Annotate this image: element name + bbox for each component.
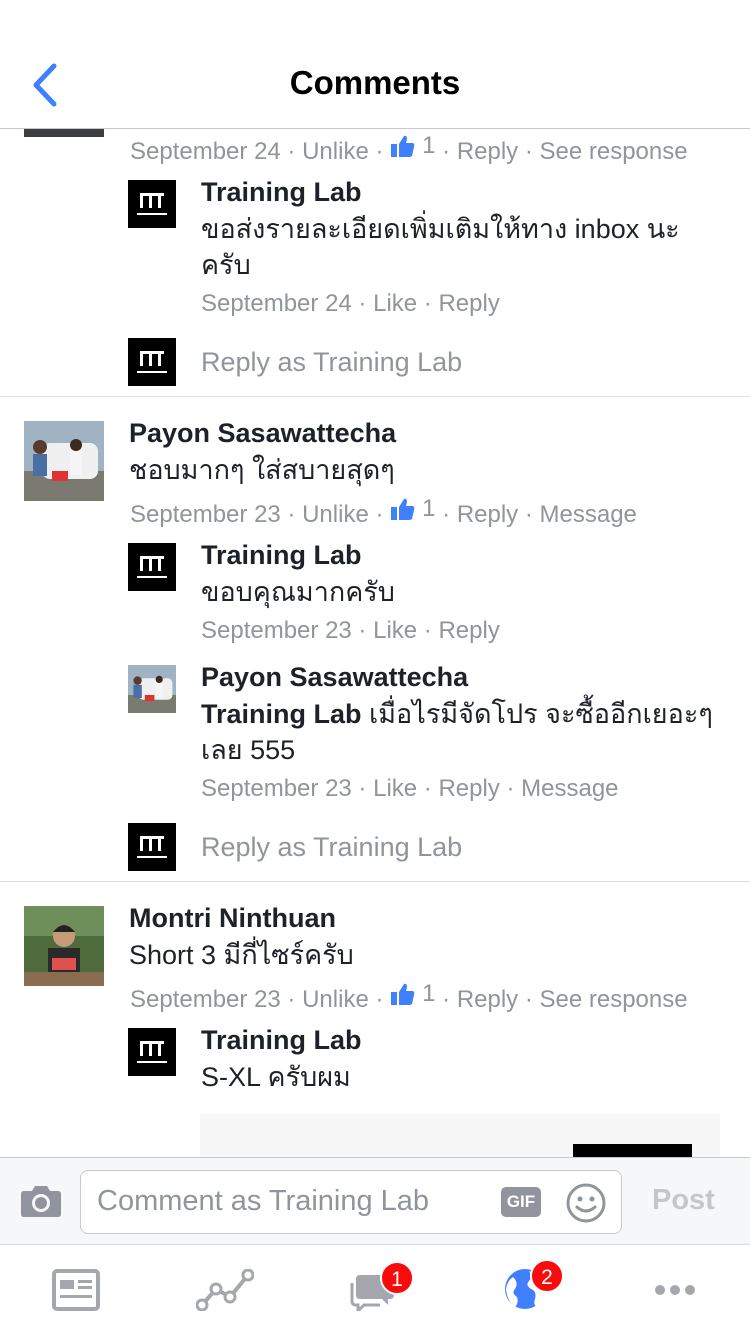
see-response-link[interactable]: See response — [540, 986, 688, 1013]
camera-button[interactable] — [20, 1184, 62, 1223]
reply-link[interactable]: Reply — [457, 986, 518, 1013]
see-response-link[interactable]: See response — [540, 138, 688, 165]
like-link[interactable]: Like — [373, 290, 417, 317]
comments-feed[interactable]: September 24 · Unlike · 1 · Reply · See … — [0, 129, 750, 1157]
avatar[interactable] — [128, 665, 176, 713]
camera-icon — [21, 1186, 61, 1217]
like-count-value: 1 — [422, 980, 436, 1007]
commenter-name[interactable]: Montri Ninthuan — [129, 903, 336, 934]
comment-date: September 23 — [201, 617, 352, 644]
like-count-value: 1 — [422, 495, 436, 522]
messages-badge: 1 — [380, 1261, 414, 1295]
reply-link[interactable]: Reply — [438, 617, 499, 644]
unlike-link[interactable]: Unlike — [302, 501, 369, 528]
sticker-button[interactable] — [565, 1182, 607, 1229]
like-count[interactable]: 1 — [390, 495, 435, 523]
comment-meta: September 24 · Unlike · 1 · Reply · See … — [130, 132, 688, 165]
mention-link[interactable]: Training Lab — [201, 699, 362, 729]
insights-icon — [195, 1268, 255, 1312]
tab-notifications[interactable]: 2 — [503, 1259, 564, 1316]
reply-as-prompt[interactable]: Reply as Training Lab — [201, 832, 462, 863]
unlike-link[interactable]: Unlike — [302, 986, 369, 1013]
training-lab-logo-icon — [137, 556, 167, 578]
tab-bar: 1 2 — [0, 1245, 750, 1334]
thumbs-up-icon — [391, 983, 415, 1005]
tab-more[interactable] — [654, 1283, 696, 1302]
training-lab-avatar[interactable] — [128, 1028, 176, 1076]
page-title: Comments — [289, 64, 461, 101]
training-lab-logo-icon — [137, 836, 167, 858]
training-lab-avatar[interactable] — [128, 180, 176, 228]
reply-link[interactable]: Reply — [438, 290, 499, 317]
like-link[interactable]: Like — [373, 775, 417, 802]
thumbs-up-icon — [391, 498, 415, 520]
attachment-image-dark — [573, 1144, 692, 1157]
like-link[interactable]: Like — [373, 617, 417, 644]
avatar[interactable] — [24, 906, 104, 986]
comment-input-placeholder: Comment as Training Lab — [97, 1185, 430, 1217]
divider — [0, 881, 750, 882]
tab-messages[interactable]: 1 — [350, 1261, 414, 1316]
unlike-link[interactable]: Unlike — [302, 138, 369, 165]
like-count[interactable]: 1 — [390, 132, 435, 160]
avatar[interactable] — [24, 421, 104, 501]
user-photo-icon — [24, 421, 104, 501]
commenter-name[interactable]: Training Lab — [201, 177, 362, 208]
comment-date: September 23 — [130, 501, 281, 528]
smiley-icon — [566, 1183, 606, 1223]
like-count-value: 1 — [422, 132, 436, 159]
more-icon — [655, 1285, 695, 1295]
news-feed-icon — [52, 1269, 100, 1311]
training-lab-logo-icon — [137, 351, 167, 373]
comment-text: ชอบมากๆ ใส่สบายสุดๆ — [129, 455, 395, 485]
user-photo-icon — [24, 906, 104, 986]
comment-date: September 23 — [130, 986, 281, 1013]
comment-date: September 23 — [201, 775, 352, 802]
thumbs-up-icon — [391, 135, 415, 157]
commenter-name[interactable]: Payon Sasawattecha — [201, 662, 468, 693]
commenter-name[interactable]: Training Lab — [201, 540, 362, 571]
commenter-name[interactable]: Training Lab — [201, 1025, 362, 1056]
training-lab-avatar[interactable] — [128, 543, 176, 591]
image-attachment[interactable] — [200, 1114, 720, 1157]
comment-text: Training Lab เมื่อไรมีจัดโปร จะซื้ออีกเย… — [201, 696, 721, 768]
comment-date: September 24 — [201, 290, 352, 317]
comment-text: ขอบคุณมากครับ — [201, 577, 395, 607]
message-link[interactable]: Message — [540, 501, 637, 528]
tab-insights[interactable] — [195, 1268, 255, 1316]
comment-meta: September 24 · Like · Reply — [201, 290, 500, 317]
reply-link[interactable]: Reply — [457, 138, 518, 165]
commenter-name[interactable]: Payon Sasawattecha — [129, 418, 396, 449]
training-lab-logo-icon — [137, 1041, 167, 1063]
reply-link[interactable]: Reply — [438, 775, 499, 802]
notifications-badge: 2 — [530, 1259, 564, 1293]
comment-meta: September 23 · Unlike · 1 · Reply · See … — [130, 980, 688, 1013]
comment-meta: September 23 · Unlike · 1 · Reply · Mess… — [130, 495, 637, 528]
post-button[interactable]: Post — [652, 1184, 715, 1217]
reply-link[interactable]: Reply — [457, 501, 518, 528]
tab-news-feed[interactable] — [52, 1269, 100, 1316]
comment-text: S-XL ครับผม — [201, 1062, 351, 1092]
message-link[interactable]: Message — [521, 775, 618, 802]
training-lab-avatar — [128, 338, 176, 386]
comment-input[interactable]: Comment as Training Lab GIF — [80, 1170, 622, 1234]
navigation-bar: Comments — [0, 0, 750, 129]
divider — [0, 396, 750, 397]
user-photo-icon — [128, 665, 176, 713]
comment-composer: Comment as Training Lab GIF Post — [0, 1157, 750, 1245]
comment-date: September 24 — [130, 138, 281, 165]
comment-meta: September 23 · Like · Reply · Message — [201, 775, 619, 802]
training-lab-logo-icon — [137, 193, 167, 215]
gif-button[interactable]: GIF — [501, 1187, 541, 1217]
comment-text: ขอส่งรายละเอียดเพิ่มเติมให้ทาง inbox นะค… — [201, 214, 680, 280]
like-count[interactable]: 1 — [390, 980, 435, 1008]
reply-as-prompt[interactable]: Reply as Training Lab — [201, 347, 462, 378]
comment-text: Short 3 มีกี่ไซร์ครับ — [129, 940, 354, 970]
training-lab-avatar — [128, 823, 176, 871]
avatar[interactable] — [24, 129, 104, 137]
comment-meta: September 23 · Like · Reply — [201, 617, 500, 644]
